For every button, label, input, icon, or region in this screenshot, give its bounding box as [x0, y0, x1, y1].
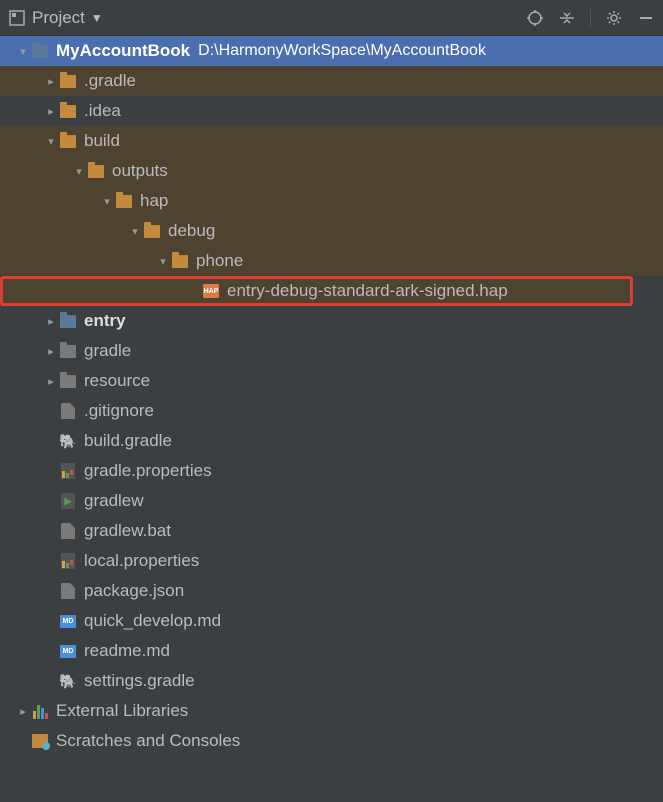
folder-icon — [170, 251, 190, 271]
folder-debug[interactable]: ▾ debug — [0, 216, 663, 246]
folder-outputs[interactable]: ▾ outputs — [0, 156, 663, 186]
file-label: gradlew — [84, 491, 144, 511]
properties-file-icon — [58, 551, 78, 571]
folder-icon — [86, 161, 106, 181]
file-quick-develop[interactable]: MD quick_develop.md — [0, 606, 663, 636]
minimize-icon[interactable] — [637, 9, 655, 27]
scratches-label: Scratches and Consoles — [56, 731, 240, 751]
gradle-file-icon: 🐘 — [58, 431, 78, 451]
libraries-icon — [30, 701, 50, 721]
folder-build[interactable]: ▾ build — [0, 126, 663, 156]
chevron-right-icon: ▸ — [16, 705, 30, 718]
file-label: local.properties — [84, 551, 199, 571]
file-label: quick_develop.md — [84, 611, 221, 631]
chevron-down-icon: ▾ — [156, 255, 170, 268]
file-label: readme.md — [84, 641, 170, 661]
hap-file-icon: HAP — [201, 281, 221, 301]
project-panel: Project ▼ ▾ MyAccountBook D:\HarmonyWork… — [0, 0, 663, 802]
file-icon — [58, 401, 78, 421]
file-readme[interactable]: MD readme.md — [0, 636, 663, 666]
project-toolbar: Project ▼ — [0, 0, 663, 36]
file-label: settings.gradle — [84, 671, 195, 691]
file-gradlew[interactable]: ▶ gradlew — [0, 486, 663, 516]
external-libraries[interactable]: ▸ External Libraries — [0, 696, 663, 726]
chevron-down-icon: ▾ — [72, 165, 86, 178]
folder-label: .gradle — [84, 71, 136, 91]
folder-label: outputs — [112, 161, 168, 181]
file-local-properties[interactable]: local.properties — [0, 546, 663, 576]
folder-icon — [142, 221, 162, 241]
gear-icon[interactable] — [605, 9, 623, 27]
root-path: D:\HarmonyWorkSpace\MyAccountBook — [198, 42, 486, 60]
scratches-consoles[interactable]: Scratches and Consoles — [0, 726, 663, 756]
chevron-right-icon: ▸ — [44, 105, 58, 118]
toolbar-actions — [526, 9, 655, 27]
file-label: entry-debug-standard-ark-signed.hap — [227, 281, 508, 301]
file-label: package.json — [84, 581, 184, 601]
root-project-row[interactable]: ▾ MyAccountBook D:\HarmonyWorkSpace\MyAc… — [0, 36, 663, 66]
shell-file-icon: ▶ — [58, 491, 78, 511]
chevron-right-icon: ▸ — [44, 315, 58, 328]
folder-gradle-dot[interactable]: ▸ .gradle — [0, 66, 663, 96]
folder-phone[interactable]: ▾ phone — [0, 246, 663, 276]
file-label: gradle.properties — [84, 461, 212, 481]
folder-label: entry — [84, 311, 126, 331]
module-folder-icon — [30, 41, 50, 61]
chevron-down-icon: ▾ — [100, 195, 114, 208]
file-label: gradlew.bat — [84, 521, 171, 541]
folder-icon — [58, 131, 78, 151]
folder-icon — [58, 101, 78, 121]
json-file-icon — [58, 581, 78, 601]
markdown-file-icon: MD — [58, 611, 78, 631]
resource-folder-icon — [58, 341, 78, 361]
root-label: MyAccountBook — [56, 41, 190, 61]
project-title: Project — [32, 8, 85, 28]
folder-label: gradle — [84, 341, 131, 361]
folder-icon — [114, 191, 134, 211]
folder-label: .idea — [84, 101, 121, 121]
folder-label: build — [84, 131, 120, 151]
scratches-icon — [30, 731, 50, 751]
project-view-selector[interactable]: Project ▼ — [8, 8, 103, 28]
file-gitignore[interactable]: .gitignore — [0, 396, 663, 426]
folder-gradle[interactable]: ▸ gradle — [0, 336, 663, 366]
chevron-down-icon: ▾ — [44, 135, 58, 148]
project-icon — [8, 9, 26, 27]
target-icon[interactable] — [526, 9, 544, 27]
resource-folder-icon — [58, 371, 78, 391]
file-icon — [58, 521, 78, 541]
folder-idea-dot[interactable]: ▸ .idea — [0, 96, 663, 126]
markdown-file-icon: MD — [58, 641, 78, 661]
chevron-right-icon: ▸ — [44, 345, 58, 358]
toolbar-divider — [590, 9, 591, 27]
file-hap-highlighted[interactable]: HAP entry-debug-standard-ark-signed.hap — [0, 276, 633, 306]
file-package-json[interactable]: package.json — [0, 576, 663, 606]
folder-label: hap — [140, 191, 168, 211]
folder-label: debug — [168, 221, 215, 241]
gradle-file-icon: 🐘 — [58, 671, 78, 691]
folder-entry[interactable]: ▸ entry — [0, 306, 663, 336]
chevron-down-icon: ▼ — [91, 11, 103, 25]
folder-hap[interactable]: ▾ hap — [0, 186, 663, 216]
chevron-right-icon: ▸ — [44, 375, 58, 388]
module-folder-icon — [58, 311, 78, 331]
folder-resource[interactable]: ▸ resource — [0, 366, 663, 396]
folder-label: resource — [84, 371, 150, 391]
folder-icon — [58, 71, 78, 91]
chevron-right-icon: ▸ — [44, 75, 58, 88]
collapse-all-icon[interactable] — [558, 9, 576, 27]
properties-file-icon — [58, 461, 78, 481]
folder-label: phone — [196, 251, 243, 271]
file-gradlew-bat[interactable]: gradlew.bat — [0, 516, 663, 546]
file-settings-gradle[interactable]: 🐘 settings.gradle — [0, 666, 663, 696]
chevron-down-icon: ▾ — [128, 225, 142, 238]
project-tree: ▾ MyAccountBook D:\HarmonyWorkSpace\MyAc… — [0, 36, 663, 802]
file-label: .gitignore — [84, 401, 154, 421]
chevron-down-icon: ▾ — [16, 45, 30, 58]
file-label: build.gradle — [84, 431, 172, 451]
file-gradle-properties[interactable]: gradle.properties — [0, 456, 663, 486]
file-build-gradle[interactable]: 🐘 build.gradle — [0, 426, 663, 456]
external-libs-label: External Libraries — [56, 701, 188, 721]
